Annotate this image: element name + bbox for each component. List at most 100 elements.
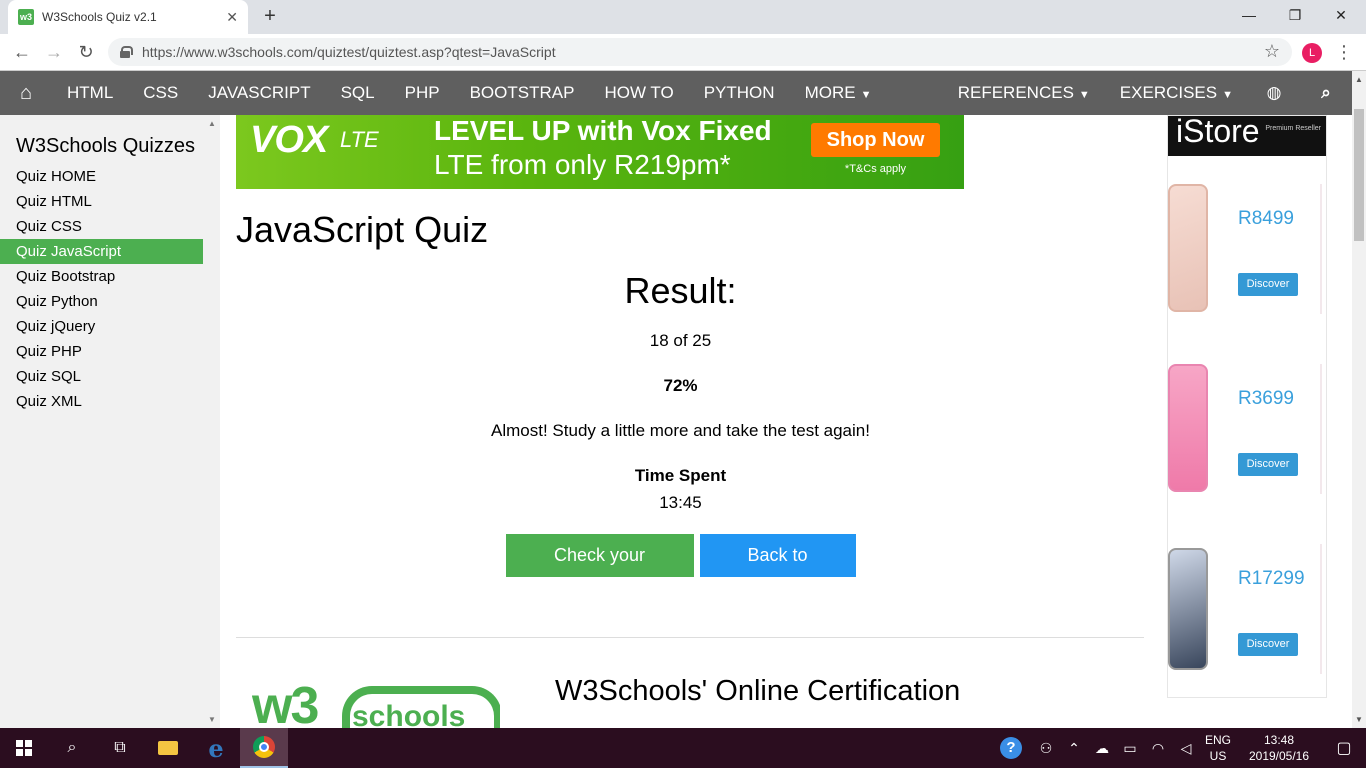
chrome-icon bbox=[253, 736, 275, 758]
lock-icon bbox=[120, 46, 133, 58]
divider bbox=[236, 637, 1144, 638]
caret-down-icon: ▼ bbox=[860, 89, 872, 101]
product-card[interactable]: R3699 Discover bbox=[1168, 354, 1326, 514]
product-card[interactable]: R8499 Discover bbox=[1168, 174, 1326, 334]
scroll-down-icon[interactable]: ▼ bbox=[1352, 715, 1366, 724]
nav-more-label: MORE bbox=[804, 83, 856, 102]
battery-icon[interactable]: ▭ bbox=[1116, 740, 1144, 757]
help-icon[interactable]: ? bbox=[1000, 737, 1022, 759]
istore-brand: iStore bbox=[1176, 115, 1260, 149]
language-code: ENG bbox=[1204, 733, 1231, 747]
product-price: R8499 bbox=[1238, 208, 1294, 229]
sidebar-link[interactable]: Quiz XML bbox=[0, 389, 203, 414]
discover-button[interactable]: Discover bbox=[1238, 453, 1298, 476]
score-percent: 72% bbox=[663, 376, 698, 395]
tab-title: W3Schools Quiz v2.1 bbox=[42, 10, 157, 24]
sidebar-link[interactable]: Quiz CSS bbox=[0, 214, 203, 239]
people-icon[interactable]: ⚇ bbox=[1032, 740, 1060, 757]
browser-tab[interactable]: w3 W3Schools Quiz v2.1 ✕ bbox=[8, 0, 248, 34]
check-answers-button[interactable]: Check your answers bbox=[505, 534, 694, 608]
start-button[interactable] bbox=[0, 728, 48, 768]
nav-exercises[interactable]: EXERCISES ▼ bbox=[1105, 71, 1248, 115]
search-icon[interactable]: ⌕ bbox=[48, 728, 96, 768]
caret-down-icon: ▼ bbox=[1222, 89, 1233, 101]
tab-close-icon[interactable]: ✕ bbox=[226, 9, 238, 26]
window-close-button[interactable]: ✕ bbox=[1318, 0, 1364, 30]
time-spent-label: Time Spent bbox=[634, 466, 727, 485]
bookmark-star-icon[interactable]: ☆ bbox=[1264, 41, 1280, 62]
forward-arrow-icon[interactable]: → bbox=[42, 40, 66, 64]
nav-references-label: REFERENCES bbox=[957, 83, 1074, 102]
sidebar-link[interactable]: Quiz SQL bbox=[0, 364, 203, 389]
card-divider bbox=[1320, 184, 1322, 314]
ipod-image bbox=[1168, 364, 1208, 492]
keyboard-layout: US bbox=[1209, 749, 1227, 763]
result-button-row: Check your answers Back to Quizzes bbox=[220, 534, 1141, 608]
istore-ad[interactable]: iStore Premium Reseller R8499 Discover R… bbox=[1167, 115, 1327, 698]
scroll-down-icon[interactable]: ▼ bbox=[208, 715, 216, 724]
windows-logo-icon bbox=[16, 740, 32, 756]
address-bar[interactable]: https://www.w3schools.com/quiztest/quizt… bbox=[108, 38, 1292, 66]
back-arrow-icon[interactable]: ← bbox=[10, 40, 34, 64]
back-to-quizzes-button[interactable]: Back to Quizzes bbox=[699, 534, 856, 608]
wifi-icon[interactable]: ◠ bbox=[1144, 740, 1172, 757]
task-view-icon[interactable]: ⧉ bbox=[96, 728, 144, 768]
nav-sql[interactable]: SQL bbox=[326, 71, 390, 115]
logo-w3: w3 bbox=[252, 680, 319, 728]
sidebar-link[interactable]: Quiz jQuery bbox=[0, 314, 203, 339]
nav-php[interactable]: PHP bbox=[390, 71, 455, 115]
nav-bootstrap[interactable]: BOOTSTRAP bbox=[455, 71, 590, 115]
sidebar-link[interactable]: Quiz JavaScript bbox=[0, 239, 203, 264]
edge-icon[interactable]: e bbox=[192, 728, 240, 768]
profile-avatar[interactable]: L bbox=[1302, 43, 1322, 63]
nav-right-group: REFERENCES ▼ EXERCISES ▼ ◍ ⌕ bbox=[943, 71, 1352, 115]
nav-html[interactable]: HTML bbox=[52, 71, 128, 115]
sidebar-scrollbar[interactable]: ▲ ▼ bbox=[208, 119, 216, 724]
tray-expand-icon[interactable]: ⌃ bbox=[1060, 740, 1088, 757]
file-explorer-icon[interactable] bbox=[144, 728, 192, 768]
nav-python[interactable]: PYTHON bbox=[689, 71, 790, 115]
scrollbar-thumb[interactable] bbox=[1354, 109, 1364, 241]
certification-title: W3Schools' Online Certification bbox=[555, 675, 961, 707]
card-divider bbox=[1320, 364, 1322, 494]
nav-javascript[interactable]: JAVASCRIPT bbox=[193, 71, 325, 115]
home-icon[interactable]: ⌂ bbox=[0, 71, 52, 115]
globe-icon[interactable]: ◍ bbox=[1248, 71, 1300, 115]
nav-howto[interactable]: HOW TO bbox=[589, 71, 688, 115]
istore-header: iStore Premium Reseller bbox=[1168, 115, 1326, 156]
browser-menu-icon[interactable]: ⋮ bbox=[1334, 40, 1354, 64]
product-card[interactable]: R17299 Discover bbox=[1168, 534, 1326, 694]
caret-down-icon: ▼ bbox=[1078, 89, 1090, 101]
language-indicator[interactable]: ENG US bbox=[1200, 732, 1236, 764]
sidebar-link[interactable]: Quiz HOME bbox=[0, 164, 203, 189]
clock[interactable]: 13:48 2019/05/16 bbox=[1236, 732, 1322, 764]
restore-button[interactable]: ❐ bbox=[1272, 0, 1318, 30]
volume-icon[interactable]: ◁ bbox=[1172, 740, 1200, 757]
sidebar-link[interactable]: Quiz PHP bbox=[0, 339, 203, 364]
nav-more[interactable]: MORE ▼ bbox=[790, 71, 887, 115]
sidebar-heading: W3Schools Quizzes bbox=[16, 135, 195, 157]
new-tab-button[interactable]: + bbox=[258, 4, 282, 28]
search-icon[interactable]: ⌕ bbox=[1300, 71, 1352, 115]
reload-icon[interactable]: ↻ bbox=[74, 40, 98, 64]
sidebar-links: Quiz HOME Quiz HTML Quiz CSS Quiz JavaScrip… bbox=[0, 164, 220, 414]
scroll-up-icon[interactable]: ▲ bbox=[1352, 75, 1366, 84]
chrome-taskbar-icon[interactable] bbox=[240, 728, 288, 768]
onedrive-cloud-icon[interactable]: ☁ bbox=[1088, 740, 1116, 757]
sidebar-link[interactable]: Quiz Bootstrap bbox=[0, 264, 203, 289]
result-message: Almost! Study a little more and take the… bbox=[491, 421, 870, 440]
clock-date: 2019/05/16 bbox=[1248, 749, 1310, 763]
scroll-up-icon[interactable]: ▲ bbox=[208, 119, 216, 128]
product-price: R17299 bbox=[1238, 568, 1305, 589]
nav-references[interactable]: REFERENCES ▼ bbox=[943, 71, 1105, 115]
page-scrollbar[interactable]: ▲ ▼ bbox=[1352, 71, 1366, 728]
discover-button[interactable]: Discover bbox=[1238, 273, 1298, 296]
nav-css[interactable]: CSS bbox=[128, 71, 193, 115]
notifications-icon[interactable]: ▢ bbox=[1322, 738, 1366, 758]
score-text: 18 of 25 bbox=[649, 331, 712, 350]
sidebar-link[interactable]: Quiz HTML bbox=[0, 189, 203, 214]
discover-button[interactable]: Discover bbox=[1238, 633, 1298, 656]
sidebar-link[interactable]: Quiz Python bbox=[0, 289, 203, 314]
url-text[interactable]: https://www.w3schools.com/quiztest/quizt… bbox=[142, 44, 1292, 60]
minimize-button[interactable]: — bbox=[1226, 0, 1272, 30]
